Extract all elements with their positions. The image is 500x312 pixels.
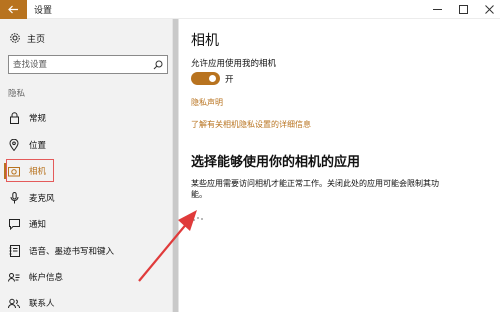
sidebar-item-location[interactable]: 位置 [0, 134, 172, 156]
location-pin-icon [8, 139, 20, 151]
sidebar-item-notifications[interactable]: 通知 [0, 213, 172, 235]
sidebar-item-contacts[interactable]: 联系人 [0, 292, 172, 312]
gear-icon [8, 32, 21, 45]
loading-dots-icon [193, 217, 203, 221]
sidebar-item-label: 麦克风 [29, 194, 55, 204]
lock-icon [8, 112, 20, 124]
sidebar-item-label: 语音、墨迹书写和键入 [29, 247, 115, 257]
minimize-button[interactable] [424, 0, 450, 19]
close-icon [484, 5, 494, 14]
title-bar: 设置 [0, 0, 500, 19]
learn-more-link[interactable]: 了解有关相机隐私设置的详细信息 [191, 119, 311, 130]
section-description: 某些应用需要访问相机才能正常工作。关闭此处的应用可能会限制其功能。 [191, 179, 439, 199]
allow-apps-label: 允许应用使用我的相机 [191, 59, 277, 69]
sidebar-item-label: 帐户信息 [29, 273, 64, 283]
maximize-button[interactable] [450, 0, 476, 19]
sidebar-item-home[interactable]: 主页 [0, 28, 172, 48]
close-button[interactable] [476, 0, 500, 19]
highlight-frame [6, 159, 54, 182]
sidebar-item-label: 常规 [29, 114, 47, 124]
app-title: 设置 [34, 6, 53, 16]
microphone-icon [8, 192, 20, 204]
sidebar-item-microphone[interactable]: 麦克风 [0, 187, 172, 209]
scrollbar-thumb[interactable] [173, 19, 178, 312]
search-icon[interactable] [151, 58, 164, 71]
privacy-statement-link[interactable]: 隐私声明 [191, 97, 223, 108]
account-info-icon [8, 271, 20, 283]
section-title: 选择能够使用你的相机的应用 [191, 155, 361, 170]
toggle-knob [209, 75, 216, 82]
minimize-icon [432, 9, 442, 10]
camera-access-toggle[interactable] [191, 72, 220, 85]
back-button[interactable] [0, 0, 27, 19]
sidebar-home-label: 主页 [27, 34, 46, 45]
main-content: 相机 允许应用使用我的相机 开 隐私声明 了解有关相机隐私设置的详细信息 选择能… [179, 19, 500, 312]
sidebar-scrollbar[interactable] [172, 19, 179, 312]
notebook-icon [8, 245, 20, 257]
toggle-state-label: 开 [225, 75, 234, 85]
sidebar-item-general[interactable]: 常规 [0, 107, 172, 129]
page-title: 相机 [191, 33, 219, 49]
contacts-icon [8, 297, 20, 309]
sidebar-item-account-info[interactable]: 帐户信息 [0, 266, 172, 288]
sidebar-item-label: 位置 [29, 141, 47, 151]
maximize-icon [458, 5, 468, 14]
sidebar-item-speech-inking[interactable]: 语音、墨迹书写和键入 [0, 240, 172, 262]
section-label-privacy: 隐私 [8, 89, 26, 99]
arrow-left-icon [8, 5, 18, 14]
search-input[interactable] [9, 56, 149, 73]
sidebar-item-label: 联系人 [29, 299, 55, 309]
search-box[interactable] [8, 55, 168, 74]
sidebar-item-label: 通知 [29, 220, 47, 230]
chat-bubble-icon [8, 218, 20, 230]
